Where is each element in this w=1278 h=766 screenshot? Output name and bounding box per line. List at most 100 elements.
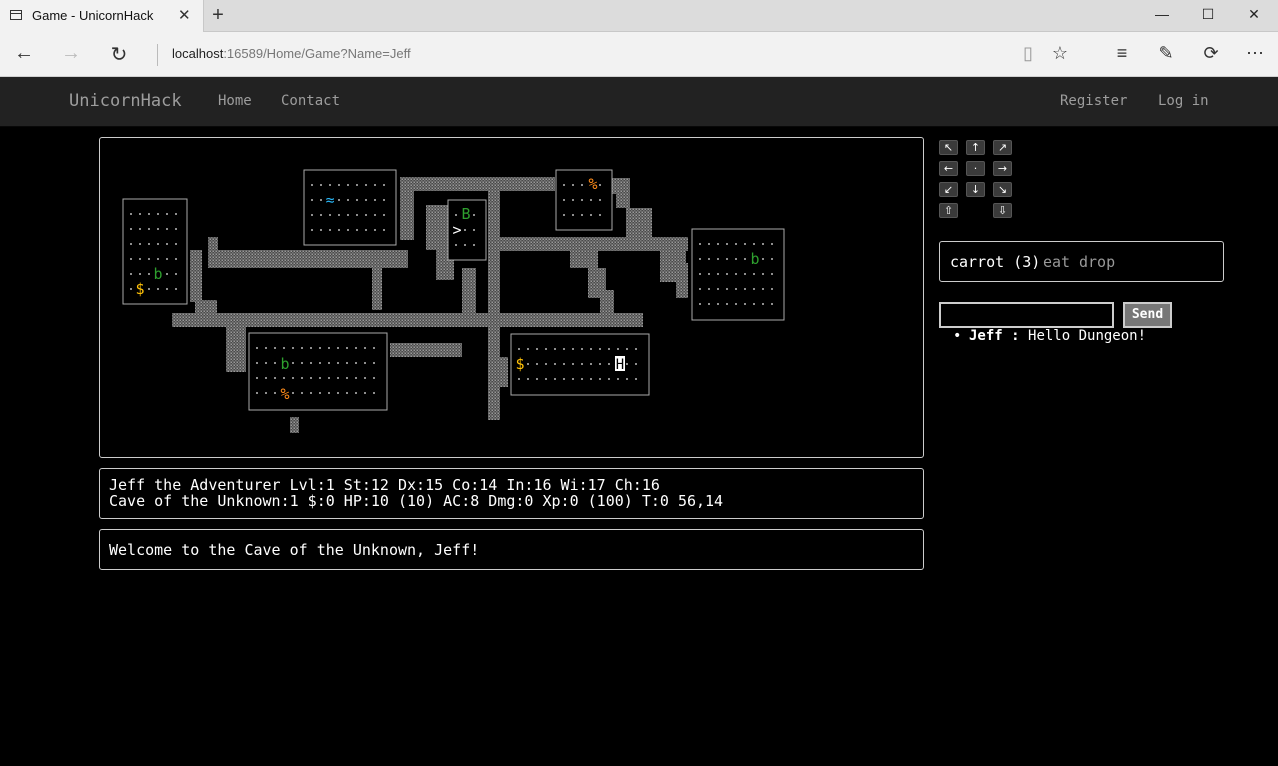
- descend-button[interactable]: ⇩: [993, 203, 1012, 218]
- floor-dot: [545, 378, 547, 380]
- floor-dot: [311, 199, 313, 201]
- maximize-icon[interactable]: ☐: [1198, 6, 1218, 23]
- floor-dot: [139, 273, 141, 275]
- floor-dot: [590, 348, 592, 350]
- move-east-button[interactable]: →: [993, 161, 1012, 176]
- web-note-icon[interactable]: ✎: [1154, 43, 1178, 64]
- floor-dot: [699, 258, 701, 260]
- minimize-icon[interactable]: —: [1152, 6, 1172, 22]
- forward-icon[interactable]: →: [59, 42, 83, 65]
- floor-dot: [581, 184, 583, 186]
- floor-dot: [518, 348, 520, 350]
- floor-dot: [175, 243, 177, 245]
- floor-dot: [581, 214, 583, 216]
- eat-action[interactable]: eat: [1043, 253, 1070, 271]
- floor-dot: [364, 347, 366, 349]
- new-tab-icon[interactable]: +: [208, 4, 228, 27]
- floor-dot: [753, 273, 755, 275]
- floor-dot: [166, 288, 168, 290]
- monster-icon: B: [461, 205, 470, 223]
- floor-dot: [753, 288, 755, 290]
- floor-dot: [771, 258, 773, 260]
- move-northwest-button[interactable]: ↖: [939, 140, 958, 155]
- floor-dot: [292, 392, 294, 394]
- floor-dot: [699, 273, 701, 275]
- floor-dot: [581, 378, 583, 380]
- send-button[interactable]: Send: [1123, 302, 1172, 328]
- move-northeast-button[interactable]: ↗: [993, 140, 1012, 155]
- back-icon[interactable]: ←: [12, 42, 36, 65]
- move-southwest-button[interactable]: ↙: [939, 182, 958, 197]
- floor-dot: [617, 348, 619, 350]
- move-southeast-button[interactable]: ↘: [993, 182, 1012, 197]
- favorite-star-icon[interactable]: ☆: [1048, 43, 1072, 64]
- close-window-icon[interactable]: ✕: [1244, 6, 1264, 23]
- floor-dot: [635, 378, 637, 380]
- floor-dot: [310, 377, 312, 379]
- floor-dot: [373, 392, 375, 394]
- food-icon: %: [588, 175, 597, 193]
- floor-dot: [256, 362, 258, 364]
- browser-toolbar: ← → ↻ localhost:16589/Home/Game?Name=Jef…: [0, 32, 1278, 77]
- floor-dot: [337, 362, 339, 364]
- floor-dot: [166, 258, 168, 260]
- floor-dot: [175, 288, 177, 290]
- browser-titlebar: Game - UnicornHack ✕ + — ☐ ✕: [0, 0, 1278, 32]
- share-icon[interactable]: ⟳: [1199, 43, 1223, 64]
- floor-dot: [572, 348, 574, 350]
- floor-dot: [301, 347, 303, 349]
- nav-login[interactable]: Log in: [1158, 93, 1209, 109]
- site-navbar: UnicornHack Home Contact Register Log in: [0, 77, 1278, 127]
- floor-dot: [329, 214, 331, 216]
- move-west-button[interactable]: ←: [939, 161, 958, 176]
- floor-dot: [130, 273, 132, 275]
- floor-dot: [635, 363, 637, 365]
- refresh-icon[interactable]: ↻: [107, 42, 131, 67]
- floor-dot: [319, 347, 321, 349]
- floor-dot: [175, 258, 177, 260]
- floor-dot: [717, 243, 719, 245]
- floor-dot: [166, 228, 168, 230]
- floor-dot: [762, 303, 764, 305]
- floor-dot: [383, 199, 385, 201]
- ascend-button[interactable]: ⇧: [939, 203, 958, 218]
- site-brand[interactable]: UnicornHack: [69, 91, 182, 111]
- floor-dot: [139, 213, 141, 215]
- floor-dot: [166, 213, 168, 215]
- floor-dot: [347, 229, 349, 231]
- hub-icon[interactable]: ≡: [1110, 43, 1134, 64]
- floor-dot: [590, 214, 592, 216]
- floor-dot: [166, 243, 168, 245]
- nav-home[interactable]: Home: [218, 93, 252, 109]
- more-icon[interactable]: ⋯: [1243, 43, 1267, 64]
- floor-dot: [157, 258, 159, 260]
- inventory-panel: carrot (3) eat drop: [939, 241, 1224, 282]
- floor-dot: [374, 229, 376, 231]
- wait-button[interactable]: ·: [966, 161, 985, 176]
- floor-dot: [572, 199, 574, 201]
- chat-input[interactable]: [939, 302, 1114, 328]
- floor-dot: [590, 378, 592, 380]
- dungeon-map[interactable]: $ b ≈ B>% b b% $ H: [100, 138, 923, 457]
- tab-title: Game - UnicornHack: [32, 8, 154, 23]
- reading-view-icon[interactable]: ▯: [1016, 43, 1040, 64]
- floor-dot: [175, 213, 177, 215]
- drop-action[interactable]: drop: [1079, 253, 1115, 271]
- floor-dot: [256, 392, 258, 394]
- close-tab-icon[interactable]: ✕: [178, 6, 191, 24]
- floor-dot: [599, 199, 601, 201]
- floor-dot: [744, 258, 746, 260]
- move-south-button[interactable]: ↓: [966, 182, 985, 197]
- move-north-button[interactable]: ↑: [966, 140, 985, 155]
- address-field[interactable]: localhost:16589/Home/Game?Name=Jeff: [172, 46, 411, 61]
- floor-dot: [157, 228, 159, 230]
- floor-dot: [346, 362, 348, 364]
- bullet-icon: •: [953, 328, 962, 344]
- floor-dot: [311, 214, 313, 216]
- url-host: localhost: [172, 46, 224, 61]
- floor-dot: [310, 362, 312, 364]
- nav-contact[interactable]: Contact: [281, 93, 340, 109]
- nav-register[interactable]: Register: [1060, 93, 1127, 109]
- floor-dot: [735, 243, 737, 245]
- browser-tab[interactable]: Game - UnicornHack ✕: [0, 0, 204, 32]
